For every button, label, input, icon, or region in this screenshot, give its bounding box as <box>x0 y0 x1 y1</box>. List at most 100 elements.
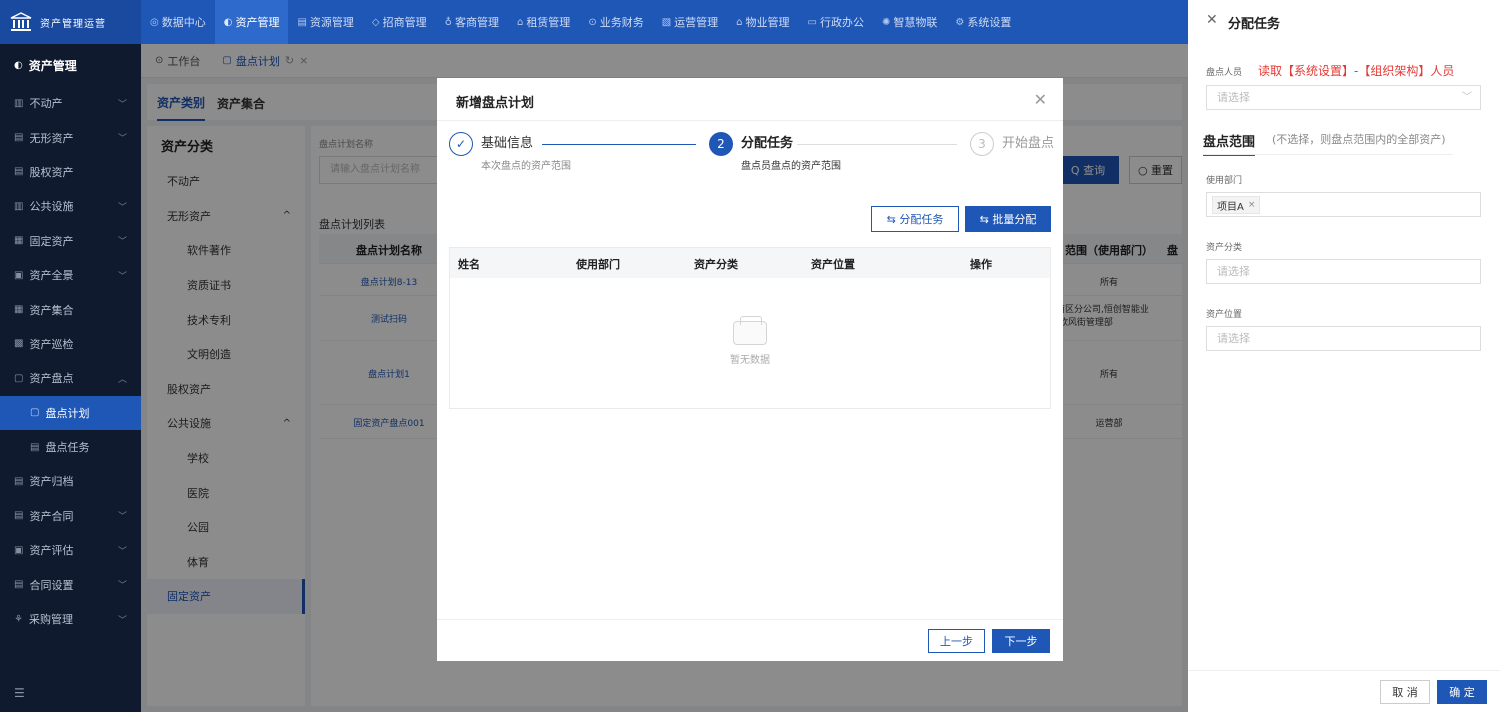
sidebar-item-label: 盘点计划 <box>45 406 90 420</box>
step-desc: 盘点员盘点的资产范围 <box>741 161 841 172</box>
nav-label: 客商管理 <box>454 16 499 29</box>
col-name: 姓名 <box>458 258 480 271</box>
sidebar-item-label: 不动产 <box>29 97 63 111</box>
close-icon[interactable]: ✕ <box>1206 12 1218 28</box>
menu-icon: ▢ <box>14 372 24 384</box>
confirm-button[interactable]: 确 定 <box>1437 680 1487 704</box>
tag-label: 项目A <box>1217 201 1244 213</box>
nav-item[interactable]: ◎ 数据中心 <box>141 0 215 44</box>
menu-icon: ▥ <box>14 97 24 109</box>
modal-title: 新增盘点计划 <box>456 96 535 111</box>
cancel-button[interactable]: 取 消 <box>1380 680 1430 704</box>
sidebar-item[interactable]: ▤ 合同设置 ﹀ <box>0 567 141 601</box>
sidebar-item[interactable]: ▦ 固定资产 ﹀ <box>0 224 141 258</box>
chevron-icon: ﹀ <box>117 615 127 626</box>
sidebar-item[interactable]: ▤ 股权资产 <box>0 155 141 189</box>
menu-icon: ▢ <box>30 407 40 419</box>
step-desc: 本次盘点的资产范围 <box>481 161 571 172</box>
nav-item[interactable]: ⚙ 系统设置 <box>946 0 1020 44</box>
nav-item[interactable]: ⌂ 物业管理 <box>727 0 798 44</box>
dept-select[interactable]: 项目A × <box>1206 192 1481 217</box>
menu-icon: ▣ <box>14 269 24 281</box>
sidebar-item-label: 盘点任务 <box>45 441 90 455</box>
divider <box>1203 154 1453 155</box>
sidebar-item[interactable]: ▤ 资产归档 <box>0 464 141 498</box>
step-title: 开始盘点 <box>1002 136 1055 151</box>
drawer-title: 分配任务 <box>1228 17 1281 32</box>
nav-item[interactable]: ⊙ 业务财务 <box>579 0 652 44</box>
nav-label: 资产管理 <box>235 16 280 29</box>
prev-step-button[interactable]: 上一步 <box>928 629 985 653</box>
sidebar-item[interactable]: ▩ 资产巡检 <box>0 327 141 361</box>
assignment-table: 姓名 使用部门 资产分类 资产位置 操作 暂无数据 <box>449 247 1051 409</box>
nav-item[interactable]: ✺ 智慧物联 <box>873 0 946 44</box>
location-select[interactable]: 请选择 <box>1206 326 1481 351</box>
step-connector <box>797 144 957 145</box>
nav-icon: ⌂ <box>736 16 743 28</box>
nav-label: 智慧物联 <box>893 16 938 29</box>
sidebar-item-label: 无形资产 <box>29 131 74 145</box>
chevron-icon: ﹀ <box>117 99 127 110</box>
category-select[interactable]: 请选择 <box>1206 259 1481 284</box>
sidebar-item-label: 采购管理 <box>28 613 73 627</box>
divider <box>437 619 1063 620</box>
sidebar-item-label: 股权资产 <box>29 165 74 179</box>
table-header: 姓名 使用部门 资产分类 资产位置 操作 <box>450 248 1050 278</box>
nav-icon: ⌂ <box>516 16 524 28</box>
nav-item[interactable]: ⌂ 租赁管理 <box>508 0 579 44</box>
nav-item[interactable]: ♁ 客商管理 <box>436 0 508 44</box>
nav-icon: ♁ <box>444 16 452 28</box>
sidebar-subitem[interactable]: ▢ 盘点计划 <box>0 395 141 430</box>
sidebar-item-label: 资产归档 <box>29 475 74 489</box>
nav-item[interactable]: ▭ 行政办公 <box>799 0 873 44</box>
nav-icon: ▤ <box>297 16 307 28</box>
nav-icon: ◎ <box>150 16 159 28</box>
category-label: 资产分类 <box>1206 243 1243 253</box>
sidebar-item[interactable]: ▦ 资产集合 <box>0 292 141 326</box>
menu-icon: ▤ <box>14 475 24 487</box>
scope-note: (不选择，则盘点范围内的全部资产) <box>1272 133 1446 146</box>
app-logo[interactable]: 资产管理运营 <box>0 0 141 44</box>
sidebar-item[interactable]: ▥ 不动产 ﹀ <box>0 86 141 120</box>
close-icon[interactable]: ✕ <box>1034 90 1047 109</box>
sidebar-item-label: 公共设施 <box>29 200 74 214</box>
step-assign-task: 2 分配任务 盘点员盘点的资产范围 <box>709 132 841 172</box>
chevron-icon: ﹀ <box>117 512 127 523</box>
chevron-icon: ﹀ <box>117 202 127 213</box>
step-number: 3 <box>970 132 994 156</box>
nav-item[interactable]: ▧ 运营管理 <box>653 0 727 44</box>
batch-assign-button[interactable]: ⇆ 批量分配 <box>965 206 1051 232</box>
sidebar-item[interactable]: ▣ 资产评估 ﹀ <box>0 533 141 567</box>
sidebar-header[interactable]: ◐ 资产管理 <box>0 44 141 86</box>
collapse-menu-icon[interactable]: ☰ <box>14 686 25 700</box>
menu-icon: ▦ <box>14 304 24 316</box>
nav-item[interactable]: ▤ 资源管理 <box>288 0 362 44</box>
next-step-button[interactable]: 下一步 <box>992 629 1050 653</box>
sidebar-item[interactable]: ▥ 公共设施 ﹀ <box>0 189 141 223</box>
nav-item[interactable]: ◐ 资产管理 <box>214 0 289 44</box>
nav-icon: ⊙ <box>588 16 597 28</box>
sidebar-item[interactable]: ▤ 资产合同 ﹀ <box>0 499 141 533</box>
sidebar-item-label: 固定资产 <box>29 234 74 248</box>
sidebar-item[interactable]: ▤ 无形资产 ﹀ <box>0 120 141 154</box>
sidebar-item[interactable]: ⚘ 采购管理 ﹀ <box>0 602 141 636</box>
divider <box>1188 670 1500 671</box>
person-select[interactable]: 请选择 ﹀ <box>1206 85 1481 110</box>
step-number: 2 <box>709 132 733 156</box>
remove-tag-icon[interactable]: × <box>1248 200 1256 210</box>
assign-task-button[interactable]: ⇆ 分配任务 <box>871 206 959 232</box>
menu-icon: ▦ <box>14 235 24 247</box>
sidebar-item[interactable]: ▢ 资产盘点 ︿ <box>0 361 141 395</box>
nav-label: 资源管理 <box>309 16 354 29</box>
nav-label: 租赁管理 <box>526 16 571 29</box>
menu-icon: ▤ <box>14 166 24 178</box>
sidebar-subitem[interactable]: ▤ 盘点任务 <box>0 430 141 464</box>
dept-label: 使用部门 <box>1206 176 1243 186</box>
location-label: 资产位置 <box>1206 310 1243 320</box>
chevron-icon: ﹀ <box>117 546 127 557</box>
nav-item[interactable]: ◇ 招商管理 <box>363 0 436 44</box>
nav-label: 物业管理 <box>745 16 790 29</box>
chevron-icon: ﹀ <box>117 134 127 145</box>
dept-tag: 项目A × <box>1212 196 1261 214</box>
sidebar-item[interactable]: ▣ 资产全景 ﹀ <box>0 258 141 292</box>
